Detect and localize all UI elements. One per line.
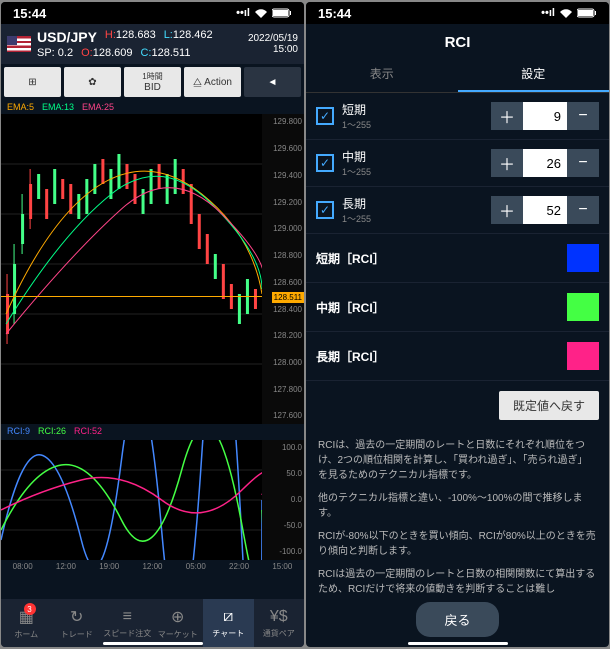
minus-short[interactable]: − [567,102,599,130]
settings-screen: 15:44 ••ıl RCI 表示 設定 ✓ 短期1〜255 ＋ 9 − ✓ 中… [306,2,609,647]
flag-icon [7,36,31,52]
color-swatch-mid[interactable] [567,293,599,321]
checkbox-long[interactable]: ✓ [316,201,334,219]
nav-pairs[interactable]: ¥$通貨ペア [254,599,305,647]
bid-button[interactable]: 1時間 BID [124,67,181,97]
bottom-nav: ▦ホーム3 ↻トレード ≡スピード注文 ⊕マーケット ⧄チャート ¥$通貨ペア [1,599,304,647]
status-bar: 15:44 ••ıl [1,2,304,24]
nav-speed[interactable]: ≡スピード注文 [102,599,153,647]
value-long[interactable]: 52 [523,196,567,224]
plus-mid[interactable]: ＋ [491,149,523,177]
main-chart[interactable]: 129.800 129.600 129.400 129.200 129.000 … [1,114,304,424]
page-title: RCI [306,24,609,57]
ema-indicators: EMA:5 EMA:13 EMA:25 [1,100,304,114]
x-axis: 08:0012:0019:0012:0005:0022:0015:00 [1,560,304,573]
pair-name: USD/JPY [37,28,97,46]
status-icons: ••ıl [541,7,597,19]
back-button[interactable]: 戻る [416,602,498,637]
home-indicator[interactable] [408,642,508,645]
price-tag: 128.511 [272,292,304,303]
tabs: 表示 設定 [306,57,609,93]
plus-long[interactable]: ＋ [491,196,523,224]
action-button[interactable]: ⧋ Action [184,67,241,97]
value-short[interactable]: 9 [523,102,567,130]
description: RCIは、過去の一定期間のレートと日数にそれぞれ順位をつけ、2つの順位相関を計算… [306,430,609,613]
nav-trade[interactable]: ↻トレード [52,599,103,647]
checkbox-mid[interactable]: ✓ [316,154,334,172]
grid-button[interactable]: ⊞ [4,67,61,97]
color-short: 短期［RCI］ [306,234,609,283]
y-axis-main: 129.800 129.600 129.400 129.200 129.000 … [262,114,304,424]
sub-chart[interactable]: 100.0 50.0 0.0 -50.0 -100.0 [1,440,304,560]
clock: 15:44 [318,6,351,21]
price-line [1,296,262,297]
setting-short: ✓ 短期1〜255 ＋ 9 − [306,93,609,140]
color-swatch-long[interactable] [567,342,599,370]
color-long: 長期［RCI］ [306,332,609,381]
tab-display[interactable]: 表示 [306,57,458,92]
setting-long: ✓ 長期1〜255 ＋ 52 − [306,187,609,234]
reset-button[interactable]: 既定値へ戻す [499,391,599,420]
candlestick-svg [1,114,262,424]
rci-indicators: RCI:9 RCI:26 RCI:52 [1,424,304,438]
value-mid[interactable]: 26 [523,149,567,177]
minus-long[interactable]: − [567,196,599,224]
chart-screen: 15:44 ••ıl USD/JPY H:128.683 L:128.462 S… [1,2,304,647]
clock: 15:44 [13,6,46,21]
status-icons: ••ıl [236,7,292,19]
status-bar: 15:44 ••ıl [306,2,609,24]
minus-mid[interactable]: − [567,149,599,177]
color-swatch-short[interactable] [567,244,599,272]
tab-settings[interactable]: 設定 [458,57,610,92]
checkbox-short[interactable]: ✓ [316,107,334,125]
setting-mid: ✓ 中期1〜255 ＋ 26 − [306,140,609,187]
settings-button[interactable]: ✿ [64,67,121,97]
collapse-button[interactable]: ◄ [244,67,301,97]
rci-svg [1,440,262,560]
datetime: 2022/05/1915:00 [248,33,298,55]
nav-home[interactable]: ▦ホーム3 [1,599,52,647]
pair-header: USD/JPY H:128.683 L:128.462 SP: 0.2 O:12… [1,24,304,64]
color-mid: 中期［RCI］ [306,283,609,332]
nav-chart[interactable]: ⧄チャート [203,599,254,647]
y-axis-sub: 100.0 50.0 0.0 -50.0 -100.0 [262,440,304,560]
home-indicator[interactable] [103,642,203,645]
badge: 3 [24,603,36,615]
plus-short[interactable]: ＋ [491,102,523,130]
toolbar: ⊞ ✿ 1時間 BID ⧋ Action ◄ [1,64,304,100]
nav-market[interactable]: ⊕マーケット [153,599,204,647]
